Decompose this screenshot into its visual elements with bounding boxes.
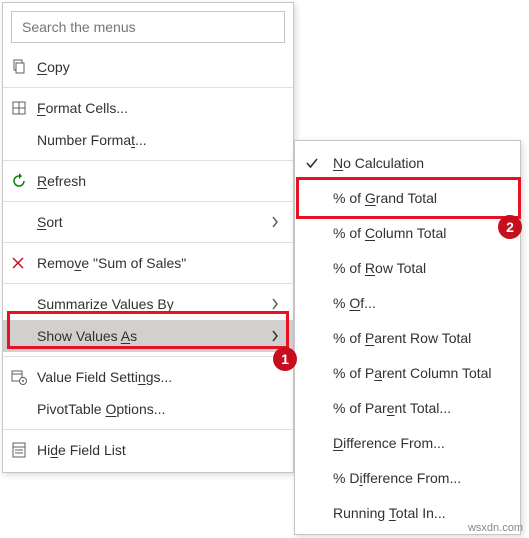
submenu-grand-total[interactable]: % of Grand Total <box>295 180 520 215</box>
submenu-label: % of Parent Column Total <box>333 365 508 381</box>
submenu-label: % of Column Total <box>333 225 508 241</box>
watermark: wsxdn.com <box>468 522 523 534</box>
remove-icon <box>11 256 37 270</box>
submenu-label: % of Parent Row Total <box>333 330 508 346</box>
menu-number-format[interactable]: Number Format... <box>3 124 293 156</box>
badge-1: 1 <box>273 347 297 371</box>
format-cells-icon <box>11 100 37 116</box>
separator <box>3 242 293 243</box>
separator <box>3 283 293 284</box>
separator <box>3 429 293 430</box>
submenu-parent-total[interactable]: % of Parent Total... <box>295 390 520 425</box>
separator <box>3 356 293 357</box>
copy-icon <box>11 59 37 75</box>
submenu-label: % of Row Total <box>333 260 508 276</box>
chevron-right-icon <box>271 216 283 228</box>
separator <box>3 201 293 202</box>
menu-sort[interactable]: Sort <box>3 206 293 238</box>
menu-summarize-values-by[interactable]: Summarize Values By <box>3 288 293 320</box>
submenu-label: Difference From... <box>333 435 508 451</box>
submenu-label: % Difference From... <box>333 470 508 486</box>
menu-label: Number Format... <box>37 132 283 148</box>
menu-hide-field-list[interactable]: Hide Field List <box>3 434 293 466</box>
menu-label: Copy <box>37 59 283 75</box>
menu-label: Show Values As <box>37 328 271 344</box>
submenu-parent-column-total[interactable]: % of Parent Column Total <box>295 355 520 390</box>
chevron-right-icon <box>271 330 283 342</box>
menu-copy[interactable]: Copy <box>3 51 293 83</box>
show-values-as-submenu: No Calculation % of Grand Total % of Col… <box>294 140 521 535</box>
menu-value-field-settings[interactable]: Value Field Settings... <box>3 361 293 393</box>
menu-show-values-as[interactable]: Show Values As <box>3 320 293 352</box>
separator <box>3 160 293 161</box>
menu-label: Remove "Sum of Sales" <box>37 255 283 271</box>
context-menu: Copy Format Cells... Number Format... Re… <box>2 2 294 473</box>
check-icon <box>305 156 333 170</box>
submenu-label: Running Total In... <box>333 505 508 521</box>
menu-label: Value Field Settings... <box>37 369 283 385</box>
badge-2: 2 <box>498 215 522 239</box>
chevron-right-icon <box>271 298 283 310</box>
menu-label: PivotTable Options... <box>37 401 283 417</box>
submenu-no-calculation[interactable]: No Calculation <box>295 145 520 180</box>
menu-label: Refresh <box>37 173 283 189</box>
submenu-column-total[interactable]: % of Column Total <box>295 215 520 250</box>
separator <box>3 87 293 88</box>
menu-label: Hide Field List <box>37 442 283 458</box>
refresh-icon <box>11 173 37 189</box>
submenu-parent-row-total[interactable]: % of Parent Row Total <box>295 320 520 355</box>
submenu-row-total[interactable]: % of Row Total <box>295 250 520 285</box>
menu-remove[interactable]: Remove "Sum of Sales" <box>3 247 293 279</box>
value-field-icon <box>11 369 37 385</box>
menu-pivottable-options[interactable]: PivotTable Options... <box>3 393 293 425</box>
search-box <box>11 11 285 43</box>
submenu-label: % Of... <box>333 295 508 311</box>
hide-field-icon <box>11 442 37 458</box>
submenu-label: % of Parent Total... <box>333 400 508 416</box>
search-input[interactable] <box>12 12 284 42</box>
submenu-label: % of Grand Total <box>333 190 508 206</box>
submenu-difference-from[interactable]: Difference From... <box>295 425 520 460</box>
submenu-label: No Calculation <box>333 155 508 171</box>
menu-refresh[interactable]: Refresh <box>3 165 293 197</box>
submenu-of[interactable]: % Of... <box>295 285 520 320</box>
menu-label: Format Cells... <box>37 100 283 116</box>
menu-label: Sort <box>37 214 271 230</box>
submenu-pct-difference-from[interactable]: % Difference From... <box>295 460 520 495</box>
menu-label: Summarize Values By <box>37 296 271 312</box>
menu-format-cells[interactable]: Format Cells... <box>3 92 293 124</box>
